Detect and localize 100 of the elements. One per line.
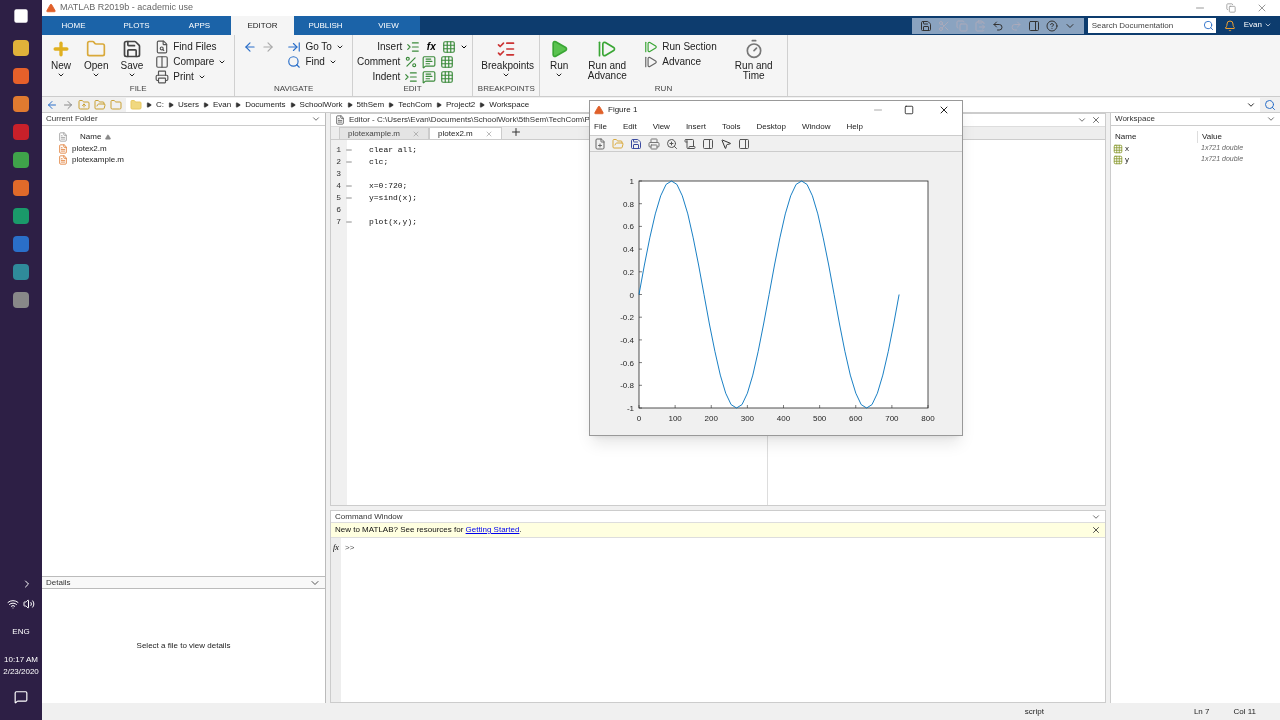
folder-icon[interactable] [110,98,122,111]
ribbon-button[interactable]: Advance [640,54,721,69]
column-header[interactable]: Name [80,130,102,143]
app-icon[interactable] [13,40,29,56]
ribbon-button[interactable]: New [46,39,76,79]
ribbon-button[interactable]: Run and Advance [578,39,637,81]
breakpoint-marker-icon[interactable] [345,218,353,226]
restore-icon[interactable] [1226,3,1236,13]
app-icon[interactable] [13,152,29,168]
path-crumb[interactable]: Users [178,98,199,111]
ribbon-button[interactable]: Find [283,54,348,69]
comment-icon[interactable] [422,69,437,84]
comment-icon[interactable] [422,54,437,69]
app-icon[interactable] [13,292,29,308]
back-arrow-icon[interactable] [46,98,58,111]
ribbon-button[interactable]: Go To [283,39,348,54]
path-crumb[interactable]: Evan [212,98,232,111]
app-icon[interactable] [13,180,29,196]
pointer-icon[interactable] [720,137,732,150]
ribbon-button[interactable]: Comment [356,54,401,69]
breakpoint-marker-icon[interactable] [345,158,353,166]
app-icon[interactable] [13,96,29,112]
ribbon-tab[interactable]: PLOTS [105,16,168,35]
ribbon-tab[interactable]: EDITOR [231,16,294,35]
new-figure-icon[interactable] [594,137,606,150]
app-icon[interactable] [13,264,29,280]
ribbon-button[interactable]: Find Files [151,39,231,54]
ribbon-tab[interactable]: APPS [168,16,231,35]
percent-icon[interactable] [404,54,419,69]
cell-icon[interactable] [440,69,455,84]
open-icon[interactable] [612,137,624,150]
menu-item[interactable]: Edit [622,120,637,133]
path-crumb[interactable]: C: [156,98,164,111]
indent-icon[interactable] [404,69,419,84]
zoom-icon[interactable] [666,137,678,150]
maximize-icon[interactable] [904,104,914,115]
menu-item[interactable]: Insert [685,120,706,133]
ribbon-button[interactable]: Run and Time [724,39,783,81]
panel-menu-icon[interactable] [1077,115,1087,125]
menu-item[interactable]: Window [801,120,831,133]
path-crumb[interactable]: Project2 [445,98,476,111]
clock-time[interactable]: 10:17 AM [4,654,38,666]
menu-item[interactable]: File [594,120,607,133]
file-tab[interactable]: plotex2.m [429,127,502,139]
app-icon[interactable] [13,68,29,84]
printer-icon[interactable] [648,137,660,150]
save-icon[interactable] [919,20,932,32]
path-crumb[interactable]: Workspace [489,98,530,111]
speaker-icon[interactable] [23,598,35,610]
back-arrow-icon[interactable] [243,40,258,54]
bell-icon[interactable] [1223,20,1236,32]
function-browser-button[interactable]: fx [333,542,339,554]
forward-arrow-icon[interactable] [62,98,74,111]
path-crumb[interactable]: 5thSem [356,98,385,111]
file-name[interactable]: plotex2.m [72,142,107,155]
panel-menu-icon[interactable] [311,114,321,124]
search-icon[interactable] [1264,98,1276,111]
breakpoint-marker-icon[interactable] [345,194,353,202]
app-icon[interactable] [13,236,29,252]
new-tab-icon[interactable] [509,126,522,138]
panel-menu-icon[interactable] [1266,114,1276,124]
column-header[interactable]: Name [1111,130,1197,143]
ribbon-tab[interactable]: PUBLISH [294,16,357,35]
undo-icon[interactable] [991,20,1004,32]
cell-icon[interactable] [440,54,455,69]
function-button[interactable]: fx [424,39,439,54]
wifi-icon[interactable] [7,598,19,610]
notification-icon[interactable] [14,690,28,704]
menu-item[interactable]: Help [846,120,863,133]
app-icon[interactable] [13,208,29,224]
file-name[interactable]: plotexample.m [72,153,125,166]
help-icon[interactable] [1045,20,1058,32]
language-indicator[interactable]: ENG [12,626,30,638]
path-crumb[interactable]: SchoolWork [299,98,343,111]
ribbon-button[interactable]: Run Section [640,39,721,54]
search-field[interactable]: Search Documentation [1087,18,1201,33]
ribbon-tab[interactable]: HOME [42,16,105,35]
ribbon-button[interactable]: Open [80,39,113,79]
menu-item[interactable]: Tools [721,120,741,133]
close-tab-icon[interactable] [412,129,421,138]
close-tab-icon[interactable] [484,129,493,138]
ribbon-tab[interactable]: VIEW [357,16,420,35]
save-icon[interactable] [630,137,642,150]
folder-up-icon[interactable] [78,98,90,111]
forward-arrow-icon[interactable] [261,40,276,54]
app-icon[interactable] [13,124,29,140]
ribbon-button[interactable]: Run [544,39,575,79]
ribbon-button[interactable]: Compare [151,54,231,69]
column-header[interactable]: Value [1197,130,1280,143]
clock-date[interactable]: 2/23/2020 [3,666,39,678]
ribbon-button[interactable]: Save [116,39,148,79]
browse-folder-icon[interactable] [94,98,106,111]
path-crumb[interactable]: TechCom [398,98,432,111]
ribbon-button[interactable]: Breakpoints [477,39,536,79]
close-icon[interactable] [1091,525,1101,535]
ribbon-button[interactable]: Insert [377,39,403,54]
user-menu[interactable]: Evan [1243,19,1272,31]
path-crumb[interactable]: Documents [245,98,286,111]
variable-name[interactable]: x [1125,142,1129,155]
windows-logo-icon[interactable] [13,8,29,24]
